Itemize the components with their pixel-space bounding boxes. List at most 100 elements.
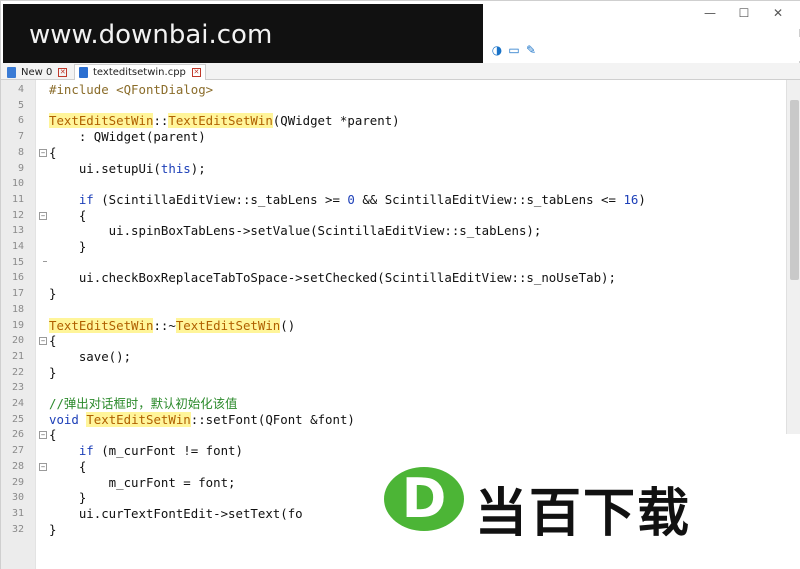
code-line: 6 TextEditSetWin::TextEditSetWin(QWidget…: [1, 113, 786, 129]
logo-text: 当百下载: [475, 484, 692, 544]
code-text: ui.spinBoxTabLens->setValue(ScintillaEdi…: [49, 223, 542, 239]
fold-toggle[interactable]: −: [39, 148, 47, 157]
logo-badge-icon: D: [384, 467, 464, 531]
code-text: {: [49, 427, 57, 443]
close-icon[interactable]: ✕: [58, 67, 68, 77]
line-number: 14: [11, 241, 24, 252]
code-text: }: [49, 521, 57, 537]
fold-toggle[interactable]: −: [39, 431, 47, 440]
code-text: {: [49, 333, 57, 349]
line-number: 13: [11, 225, 24, 237]
watermark-text: www.downbai.com: [29, 20, 273, 50]
tab-label: New 0: [21, 66, 53, 78]
code-line: 22 }: [1, 365, 786, 381]
line-number: 10: [11, 178, 24, 190]
code-text: void TextEditSetWin::setFont(QFont &font…: [49, 411, 355, 428]
line-number: 27: [11, 445, 24, 457]
code-text: ui.curTextFontEdit->setText(fo: [49, 505, 303, 521]
code-token: (ScintillaEditView::s_tabLens >=: [93, 191, 348, 207]
code-text: if (ScintillaEditView::s_tabLens >= 0 &&…: [49, 192, 646, 208]
close-button[interactable]: ✕: [761, 3, 795, 23]
code-text: ui.setupUi(this);: [49, 161, 206, 177]
watermark-banner: www.downbai.com: [3, 4, 483, 66]
editor-window: — ☐ ✕ ◑ ▭ ✎ www.downbai.com New 0 ✕ text…: [0, 0, 800, 569]
code-text: TextEditSetWin::TextEditSetWin(QWidget *…: [49, 113, 400, 129]
code-token: (): [280, 317, 296, 333]
line-number: 11: [11, 193, 24, 205]
maximize-button[interactable]: ☐: [727, 3, 761, 23]
code-line: 16 ui.checkBoxReplaceTabToSpace->setChec…: [1, 270, 786, 286]
line-number: 6: [17, 115, 24, 127]
file-icon: [79, 67, 88, 78]
code-line: 14 }: [1, 239, 786, 255]
line-number: 16: [11, 272, 24, 284]
logo-letter: D: [401, 467, 447, 530]
line-number: 32: [11, 523, 24, 535]
code-line: 25 void TextEditSetWin::setFont(QFont &f…: [1, 411, 786, 428]
code-token: (QWidget *parent): [272, 113, 400, 129]
fold-toggle[interactable]: −: [39, 211, 47, 220]
line-number: 17: [11, 288, 24, 300]
code-text: m_curFont = font;: [49, 474, 236, 490]
code-line: 19 TextEditSetWin::~TextEditSetWin(): [1, 317, 786, 334]
line-number: 9: [17, 162, 24, 174]
minimize-button[interactable]: —: [693, 3, 727, 23]
line-number: 20: [11, 335, 24, 347]
line-number: 22: [11, 366, 24, 378]
keyword: void: [49, 411, 79, 427]
code-token: ui.setupUi(: [49, 160, 161, 176]
code-token: ): [638, 191, 646, 207]
line-number: 25: [11, 413, 24, 425]
fold-toggle[interactable]: −: [39, 462, 47, 471]
line-number: 7: [17, 131, 24, 143]
line-number: 15: [11, 256, 24, 268]
edit-pen-icon[interactable]: ✎: [524, 43, 538, 57]
code-token: ::setFont(QFont &font): [190, 411, 355, 427]
line-number: 5: [17, 99, 24, 111]
line-number: 18: [11, 303, 24, 315]
code-line: 18: [1, 302, 786, 318]
tab-texteditsetwin-cpp[interactable]: texteditsetwin.cpp ✕: [74, 64, 206, 80]
highlight-match: TextEditSetWin: [175, 317, 281, 333]
fold-end-marker: [43, 260, 47, 262]
scrollbar-thumb[interactable]: [790, 100, 799, 280]
code-comment: //弹出对话框时，默认初始化该值: [49, 396, 238, 411]
code-text: }: [49, 239, 87, 254]
fold-toggle[interactable]: −: [39, 337, 47, 346]
code-line: 23: [1, 380, 786, 396]
code-token: && ScintillaEditView::s_tabLens <=: [354, 191, 624, 207]
line-number: 30: [11, 492, 24, 504]
code-line: 9 ui.setupUi(this);: [1, 161, 786, 177]
line-number: 8: [17, 146, 24, 158]
code-line: 24 //弹出对话框时，默认初始化该值: [1, 396, 786, 412]
code-text: }: [49, 490, 87, 506]
line-number: 24: [11, 398, 24, 409]
code-text: {: [49, 207, 87, 223]
code-text: #include <QFontDialog>: [49, 82, 214, 97]
contrast-icon[interactable]: ◑: [490, 43, 504, 57]
code-line: 7 : QWidget(parent): [1, 129, 786, 145]
highlight-match: TextEditSetWin: [86, 411, 191, 427]
line-number: 12: [11, 209, 24, 221]
code-text: }: [49, 364, 57, 380]
close-icon[interactable]: ✕: [191, 68, 201, 77]
number: 0: [347, 191, 355, 207]
code-text: save();: [49, 348, 132, 364]
code-token: ::: [153, 113, 169, 129]
code-line: 15: [1, 255, 786, 271]
chat-icon[interactable]: ▭: [507, 43, 521, 57]
code-text: }: [49, 286, 57, 302]
code-token: );: [190, 160, 206, 176]
line-number: 26: [11, 429, 24, 441]
code-text: TextEditSetWin::~TextEditSetWin(): [49, 317, 296, 334]
keyword: this: [160, 160, 191, 176]
code-text: if (m_curFont != font): [49, 443, 243, 459]
window-controls: — ☐ ✕: [693, 3, 795, 23]
code-line: 21 save();: [1, 349, 786, 365]
code-text: : QWidget(parent): [49, 129, 206, 145]
code-line: 17 }: [1, 286, 786, 302]
tab-new-0[interactable]: New 0 ✕: [3, 64, 71, 80]
line-number: 19: [11, 319, 24, 331]
code-line: 20 − {: [1, 333, 786, 349]
